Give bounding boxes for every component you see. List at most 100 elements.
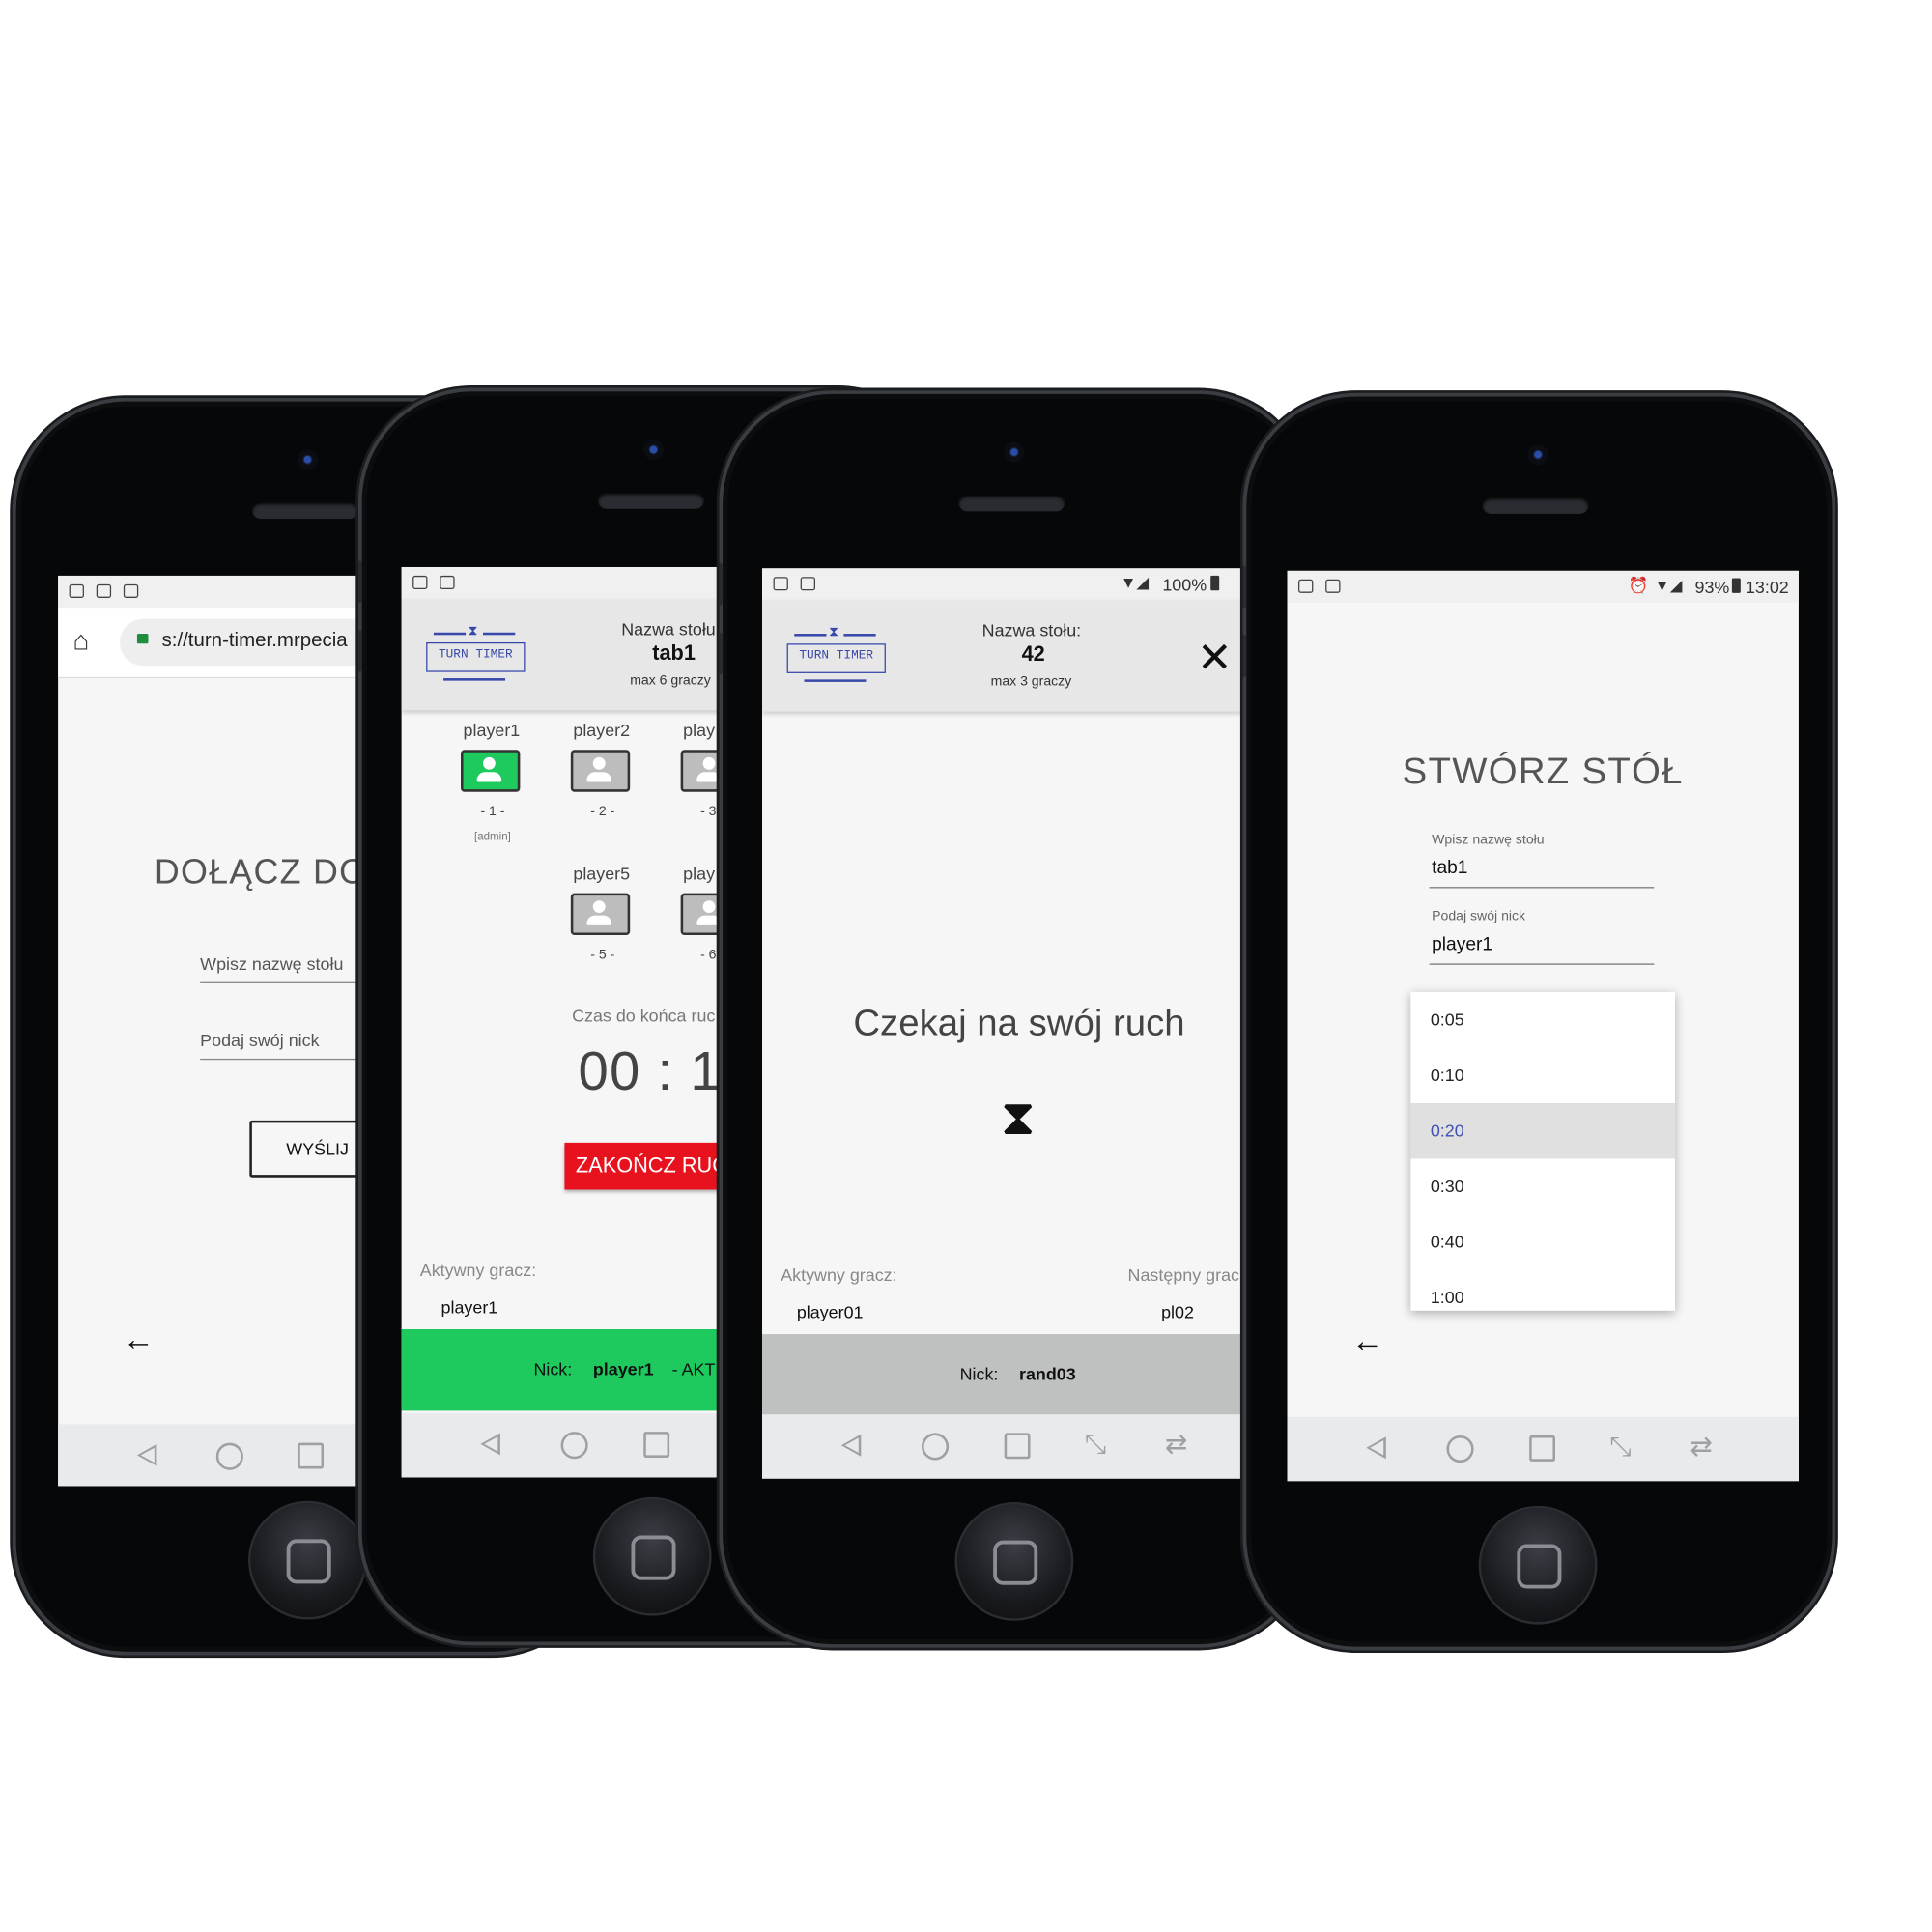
logo-rule bbox=[433, 632, 467, 635]
volume-button bbox=[1242, 565, 1247, 609]
status-bar: ▼◢ 100% bbox=[762, 568, 1277, 601]
nav-home-icon[interactable] bbox=[560, 1432, 588, 1460]
screen-swap-icon[interactable]: ⇄ bbox=[1165, 1429, 1188, 1460]
collapse-icon[interactable]: ⤡ bbox=[1609, 1431, 1632, 1462]
table-name-label: Nazwa stołu: bbox=[981, 619, 1082, 640]
player-number: - 5 - bbox=[590, 947, 615, 963]
url-text: s://turn-timer.mrpecia bbox=[161, 630, 348, 651]
logo-rule bbox=[843, 634, 876, 636]
back-arrow-icon[interactable]: ← bbox=[1351, 1324, 1383, 1356]
player-number: - 3 bbox=[700, 804, 717, 819]
nick-footer: Nick: rand03 bbox=[762, 1334, 1277, 1416]
time-option[interactable]: 1:00 bbox=[1410, 1270, 1675, 1311]
volume-button bbox=[357, 630, 362, 672]
turn-time-dropdown[interactable]: 0:05 0:10 0:20 0:30 0:40 1:00 bbox=[1410, 991, 1676, 1311]
player-name: player1 bbox=[463, 720, 521, 741]
battery-percent: 93% bbox=[1694, 577, 1730, 597]
nav-back-icon[interactable] bbox=[136, 1443, 157, 1466]
nav-home-icon[interactable] bbox=[1446, 1435, 1474, 1463]
battery-icon bbox=[1731, 578, 1741, 593]
image-icon bbox=[440, 575, 455, 589]
time-option[interactable]: 0:05 bbox=[1410, 992, 1675, 1048]
home-button[interactable] bbox=[250, 1503, 365, 1617]
nav-back-icon[interactable] bbox=[840, 1434, 862, 1457]
nav-home-icon[interactable] bbox=[921, 1433, 950, 1461]
android-nav-bar: ⤡ ⇄ bbox=[762, 1414, 1277, 1479]
screen-swap-icon[interactable]: ⇄ bbox=[1690, 1431, 1713, 1462]
battery-percent: 100% bbox=[1162, 574, 1208, 595]
nav-back-icon[interactable] bbox=[1366, 1436, 1386, 1460]
front-camera bbox=[298, 449, 318, 469]
home-button[interactable] bbox=[957, 1504, 1071, 1619]
player-number: - 1 - bbox=[480, 804, 505, 819]
calendar-icon bbox=[69, 583, 84, 598]
player-avatar-icon[interactable] bbox=[570, 893, 631, 936]
earpiece bbox=[597, 491, 704, 509]
calendar-icon bbox=[1298, 579, 1314, 593]
footer-nick: player1 bbox=[592, 1358, 654, 1379]
player-name: player2 bbox=[573, 720, 631, 741]
back-arrow-icon[interactable]: ← bbox=[123, 1323, 155, 1355]
turn-timer-logo: TURN TIMER bbox=[426, 625, 526, 672]
field-label: Wpisz nazwę stołu bbox=[1432, 832, 1545, 848]
page-title: STWÓRZ STÓŁ bbox=[1402, 751, 1684, 792]
android-nav-bar: ⤡ ⇄ bbox=[1287, 1416, 1799, 1482]
volume-button bbox=[719, 632, 724, 675]
front-camera bbox=[643, 440, 664, 460]
home-icon[interactable]: ⌂ bbox=[72, 625, 89, 657]
collapse-icon[interactable]: ⤡ bbox=[1085, 1429, 1107, 1460]
phone-waiting: ▼◢ 100% TURN TIMER Nazwa stołu: 42 max 3… bbox=[719, 390, 1313, 1648]
wifi-icon: ▼◢ bbox=[1120, 573, 1150, 592]
page-title: DOŁĄCZ DO bbox=[154, 852, 368, 892]
player-name: play bbox=[683, 863, 716, 884]
nav-back-icon[interactable] bbox=[480, 1433, 500, 1456]
table-name-field[interactable]: Wpisz nazwę stołu tab1 bbox=[1429, 830, 1655, 889]
phone-create-table: ⏰ ▼◢ 93% 13:02 STWÓRZ STÓŁ Wpisz nazwę s… bbox=[1242, 392, 1836, 1651]
clock: 13:02 bbox=[1745, 577, 1789, 597]
table-name-value: tab1 bbox=[1432, 857, 1468, 879]
logo-rule bbox=[443, 678, 506, 680]
time-option[interactable]: 0:30 bbox=[1410, 1159, 1675, 1215]
max-players: max 3 graczy bbox=[990, 674, 1072, 690]
footer-nick-label: Nick: bbox=[959, 1363, 999, 1384]
player-number: - 6 bbox=[700, 947, 717, 963]
max-players: max 6 graczy bbox=[630, 672, 711, 689]
nav-recent-icon[interactable] bbox=[1004, 1433, 1031, 1460]
image-icon bbox=[96, 583, 112, 598]
player-number: - 2 - bbox=[590, 804, 615, 819]
next-player-name: pl02 bbox=[1161, 1301, 1194, 1322]
front-camera bbox=[1004, 441, 1025, 463]
earpiece bbox=[251, 501, 358, 520]
time-option-selected[interactable]: 0:20 bbox=[1410, 1102, 1676, 1159]
table-name: 42 bbox=[1021, 641, 1045, 667]
alarm-icon: ⏰ bbox=[1628, 575, 1649, 595]
battery-icon bbox=[1210, 575, 1220, 591]
table-header: TURN TIMER Nazwa stołu: 42 max 3 graczy … bbox=[762, 600, 1277, 712]
nav-recent-icon[interactable] bbox=[298, 1442, 325, 1469]
logo-rule bbox=[794, 634, 827, 636]
earpiece bbox=[958, 494, 1065, 512]
phone-waiting-screen: ▼◢ 100% TURN TIMER Nazwa stołu: 42 max 3… bbox=[762, 568, 1277, 1479]
active-player-name: player1 bbox=[440, 1296, 498, 1318]
footer-nick: rand03 bbox=[1019, 1363, 1076, 1384]
time-option[interactable]: 0:40 bbox=[1410, 1214, 1675, 1270]
player-name: player5 bbox=[573, 863, 631, 884]
time-option[interactable]: 0:10 bbox=[1410, 1047, 1675, 1103]
nav-home-icon[interactable] bbox=[215, 1442, 243, 1470]
calendar-icon bbox=[412, 575, 428, 589]
home-button[interactable] bbox=[1481, 1508, 1595, 1623]
player-avatar-icon[interactable] bbox=[570, 750, 631, 792]
player-avatar-icon[interactable] bbox=[460, 750, 521, 792]
phone-create-screen: ⏰ ▼◢ 93% 13:02 STWÓRZ STÓŁ Wpisz nazwę s… bbox=[1287, 570, 1799, 1482]
close-icon[interactable]: ✕ bbox=[1197, 638, 1232, 679]
nick-field[interactable]: Podaj swój nick player1 bbox=[1429, 907, 1655, 965]
logo-rule bbox=[804, 679, 867, 682]
home-button[interactable] bbox=[595, 1499, 710, 1614]
nav-recent-icon[interactable] bbox=[1529, 1435, 1556, 1462]
calendar-icon bbox=[773, 577, 788, 591]
nav-recent-icon[interactable] bbox=[643, 1432, 670, 1458]
player-name: play bbox=[683, 720, 716, 741]
app-icon bbox=[123, 583, 139, 598]
volume-button bbox=[719, 563, 724, 606]
front-camera bbox=[1527, 444, 1548, 465]
